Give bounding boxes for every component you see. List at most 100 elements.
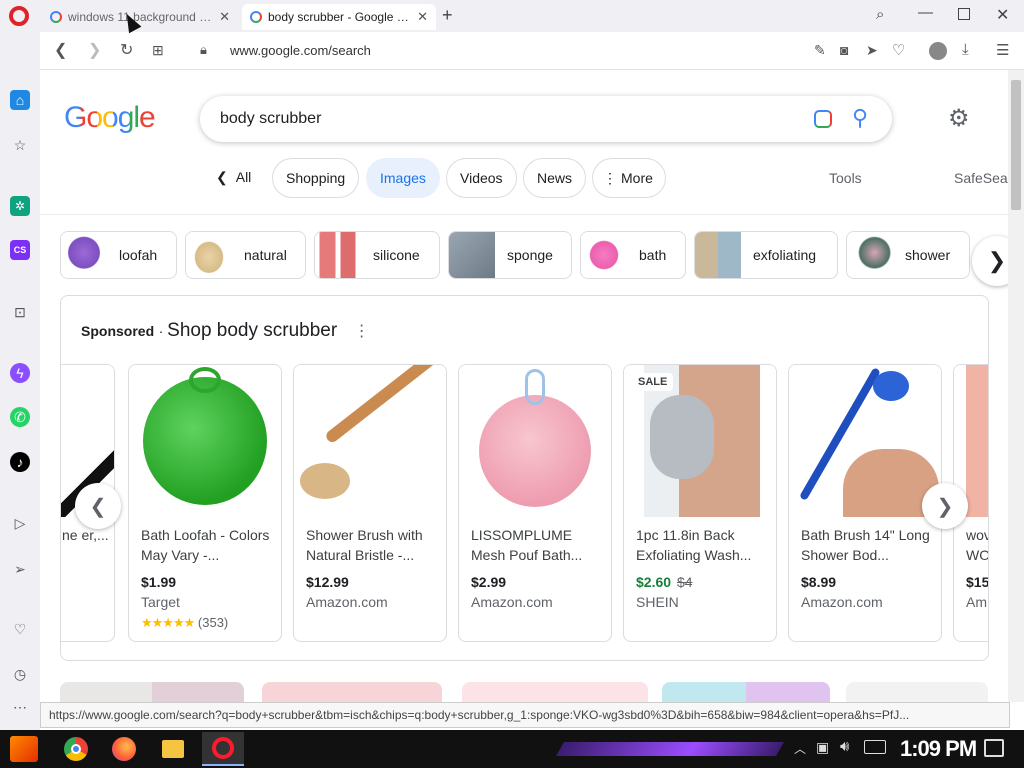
sale-price: $2.60 xyxy=(636,574,672,590)
file-explorer-icon[interactable] xyxy=(162,740,184,758)
chatsonic-icon[interactable]: CS xyxy=(10,240,30,260)
image-result-thumbnail[interactable] xyxy=(60,682,244,702)
related-chip-loofah[interactable]: loofah xyxy=(60,231,177,279)
product-price: $12.99 xyxy=(306,574,349,590)
related-chip-bath[interactable]: bath xyxy=(580,231,686,279)
filter-label: Images xyxy=(380,170,426,186)
close-window-icon[interactable]: ✕ xyxy=(996,5,1009,25)
product-store: Amazon.com xyxy=(306,594,388,610)
chip-label: loofah xyxy=(119,247,158,263)
tools-button[interactable]: Tools xyxy=(829,170,862,186)
related-chip-exfoliating[interactable]: exfoliating xyxy=(694,231,838,279)
snapshot-icon[interactable]: ◙ xyxy=(840,42,848,58)
profile-icon[interactable] xyxy=(929,42,947,60)
filter-shopping[interactable]: Shopping xyxy=(272,158,360,198)
product-card[interactable]: Bath Brush 14" Long Shower Bod... $8.99 … xyxy=(788,364,942,642)
more-options-icon[interactable]: ⋮ xyxy=(354,323,370,340)
filter-news[interactable]: News xyxy=(523,158,587,198)
safesearch-button[interactable]: SafeSear xyxy=(954,170,1012,186)
filter-images[interactable]: Images xyxy=(366,158,440,198)
settings-icon[interactable]: ⚙ xyxy=(948,104,970,133)
bookmarks-icon[interactable]: ☆ xyxy=(10,135,30,155)
send-icon[interactable]: ➢ xyxy=(10,559,30,579)
scrollbar-thumb[interactable] xyxy=(1011,80,1021,210)
forward-icon[interactable]: ❯ xyxy=(88,40,101,60)
filter-videos[interactable]: Videos xyxy=(446,158,517,198)
download-icon[interactable]: ⤓ xyxy=(962,41,969,58)
home-icon[interactable]: ⌂ xyxy=(10,90,30,110)
heart-icon[interactable]: ♡ xyxy=(10,619,30,639)
product-card[interactable]: Shower Brush with Natural Bristle -... $… xyxy=(293,364,447,642)
product-card[interactable]: LISSOMPLUME Mesh Pouf Bath... $2.99 Amaz… xyxy=(458,364,612,642)
whatsapp-icon[interactable]: ✆ xyxy=(10,407,30,427)
chatgpt-icon[interactable]: ✲ xyxy=(10,196,30,216)
notifications-icon[interactable] xyxy=(984,739,1004,757)
opera-taskbar-icon[interactable] xyxy=(202,732,244,766)
volume-icon[interactable]: 🔊︎ xyxy=(840,738,849,755)
taskbar-clock[interactable]: 1:09 PM xyxy=(900,736,977,762)
speed-dial-icon[interactable]: ⊞ xyxy=(152,42,164,59)
edit-icon[interactable]: ✎ xyxy=(814,42,826,59)
filter-label: More xyxy=(621,170,653,186)
filter-label: Shopping xyxy=(286,170,346,186)
loofah-thumbnail xyxy=(61,232,107,278)
tiktok-icon[interactable]: ♪ xyxy=(10,452,30,472)
new-tab-icon[interactable]: + xyxy=(442,5,453,26)
messenger-icon[interactable]: ϟ xyxy=(10,363,30,383)
product-name: wov WO xyxy=(966,527,989,563)
carousel-next-button[interactable]: ❯ xyxy=(922,483,968,529)
more-icon[interactable]: ⋯ xyxy=(10,697,30,717)
minimize-icon[interactable]: — xyxy=(918,4,933,21)
product-price: $1.99 xyxy=(141,574,177,590)
tab-bar: windows 11 background b... ✕ body scrubb… xyxy=(0,0,1024,32)
shopping-card: Sponsored · Shop body scrubber ⋮ ne er,.… xyxy=(60,295,989,661)
related-chip-natural[interactable]: natural xyxy=(185,231,306,279)
send-icon[interactable]: ➤ xyxy=(866,42,878,59)
image-result-thumbnail[interactable] xyxy=(846,682,988,702)
product-image xyxy=(459,365,611,517)
product-name: Bath Loofah - Colors May Vary -... xyxy=(141,527,270,563)
google-logo[interactable]: Google xyxy=(64,101,156,135)
start-menu-icon[interactable] xyxy=(10,736,38,762)
heart-icon[interactable]: ♡ xyxy=(892,41,905,59)
url-field[interactable]: www.google.com/search xyxy=(230,43,371,58)
chrome-icon[interactable] xyxy=(64,737,88,761)
carousel-prev-button[interactable]: ❮ xyxy=(75,483,121,529)
product-card[interactable]: Bath Loofah - Colors May Vary -... $1.99… xyxy=(128,364,282,642)
page-scrollbar[interactable] xyxy=(1008,70,1024,702)
lens-icon[interactable] xyxy=(814,110,832,128)
related-chip-shower[interactable]: shower xyxy=(846,231,970,279)
back-icon[interactable]: ❮ xyxy=(54,40,67,60)
filter-more[interactable]: ⋮ More xyxy=(592,158,666,198)
related-chip-sponge[interactable]: sponge xyxy=(448,231,572,279)
close-tab-icon[interactable]: ✕ xyxy=(417,9,428,25)
shopping-icon[interactable]: ⊡ xyxy=(10,302,30,322)
menu-icon[interactable]: ☰ xyxy=(996,41,1009,59)
search-tabs-icon[interactable]: ⌕ xyxy=(876,6,884,23)
product-card[interactable]: SALE 1pc 11.8in Back Exfoliating Wash...… xyxy=(623,364,777,642)
image-result-thumbnail[interactable] xyxy=(662,682,830,702)
tab-body-scrubber[interactable]: body scrubber - Google Sea... ✕ xyxy=(242,4,436,30)
restore-icon[interactable] xyxy=(958,8,970,20)
original-price: $4 xyxy=(676,574,693,590)
player-icon[interactable]: ▷ xyxy=(10,513,30,533)
reload-icon[interactable]: ↻ xyxy=(120,40,133,60)
firefox-icon[interactable] xyxy=(112,737,136,761)
network-icon[interactable]: ▣ xyxy=(816,739,829,756)
image-result-thumbnail[interactable] xyxy=(462,682,648,702)
search-input[interactable]: body scrubber xyxy=(220,110,321,128)
close-tab-icon[interactable]: ✕ xyxy=(219,9,230,25)
keyboard-icon[interactable] xyxy=(864,740,886,754)
product-image xyxy=(789,365,941,517)
product-store: Target xyxy=(141,594,180,610)
search-icon[interactable]: ⚲ xyxy=(852,105,868,131)
product-rating: ★★★★★ (353) xyxy=(141,615,228,631)
filter-all[interactable]: ❮ All xyxy=(216,169,251,186)
related-chip-silicone[interactable]: silicone xyxy=(314,231,440,279)
search-box[interactable]: body scrubber ⚲ xyxy=(200,96,892,142)
opera-logo-icon[interactable] xyxy=(9,6,29,26)
divider xyxy=(40,214,1024,215)
image-result-thumbnail[interactable] xyxy=(262,682,442,702)
tray-chevron-icon[interactable]: ︿ xyxy=(794,740,806,757)
history-icon[interactable]: ◷ xyxy=(10,664,30,684)
